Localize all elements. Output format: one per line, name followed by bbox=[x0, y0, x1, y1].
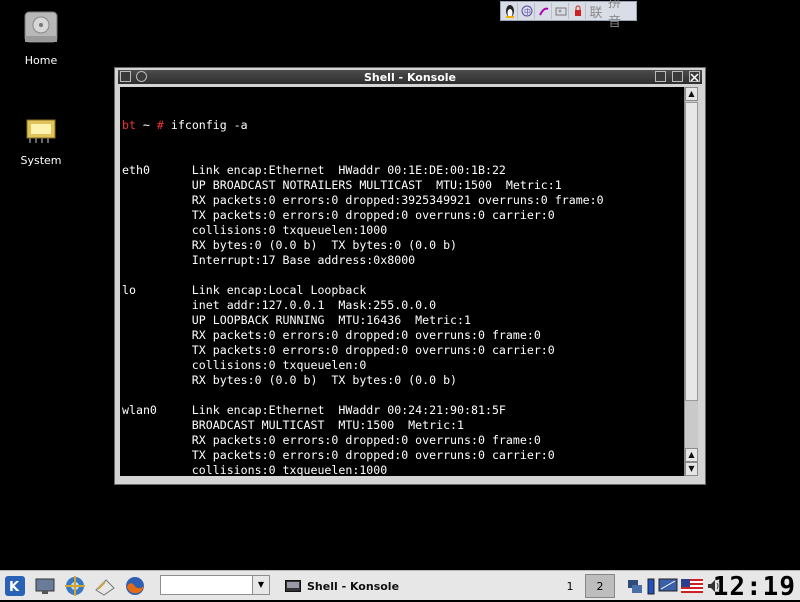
terminal-line: BROADCAST MULTICAST MTU:1500 Metric:1 bbox=[122, 418, 465, 432]
terminal-scrollbar[interactable]: ▲ ▲ ▼ bbox=[684, 87, 698, 476]
chevron-down-icon[interactable]: ▼ bbox=[252, 576, 269, 594]
terminal-output: bt ~ # ifconfig -a eth0 Link encap:Ether… bbox=[122, 88, 604, 476]
svg-text:K: K bbox=[9, 580, 20, 595]
prompt-line: bt ~ # ifconfig -a bbox=[122, 118, 604, 133]
window-titlebar[interactable]: Shell - Konsole bbox=[118, 70, 702, 84]
prompt-command: ifconfig -a bbox=[163, 118, 248, 132]
terminal-line: wlan0 Link encap:Ethernet HWaddr 00:24:2… bbox=[122, 403, 506, 417]
pager-desktop-2[interactable]: 2 bbox=[585, 574, 615, 598]
desktop-pager[interactable]: 1 2 bbox=[555, 574, 615, 598]
firefox-icon[interactable] bbox=[124, 575, 146, 597]
terminal-line: RX bytes:0 (0.0 b) TX bytes:0 (0.0 b) bbox=[122, 373, 458, 387]
home-drive-icon bbox=[21, 8, 61, 48]
soft-keyboard-icon[interactable] bbox=[554, 3, 569, 19]
desktop-icon-system[interactable]: System bbox=[1, 108, 81, 167]
terminal-line: RX packets:0 errors:0 dropped:0 overruns… bbox=[122, 328, 541, 342]
kde-menu-icon[interactable]: K bbox=[4, 575, 26, 597]
show-desktop-icon[interactable] bbox=[34, 575, 56, 597]
tux-icon[interactable] bbox=[503, 3, 518, 19]
run-command-input[interactable]: ▼ bbox=[160, 575, 270, 595]
svg-text:中: 中 bbox=[524, 7, 531, 16]
prompt-hash: # bbox=[156, 118, 164, 132]
taskbar-task-konsole[interactable]: Shell - Konsole bbox=[279, 574, 555, 598]
terminal-line: RX packets:0 errors:0 dropped:0 overruns… bbox=[122, 433, 541, 447]
window-title: Shell - Konsole bbox=[363, 70, 457, 84]
maximize-icon[interactable] bbox=[672, 71, 683, 82]
lock-icon[interactable] bbox=[571, 3, 586, 19]
terminal-line: UP LOOPBACK RUNNING MTU:16436 Metric:1 bbox=[122, 313, 472, 327]
terminal-line: RX bytes:0 (0.0 b) TX bytes:0 (0.0 b) bbox=[122, 238, 458, 252]
terminal-line: eth0 Link encap:Ethernet HWaddr 00:1E:DE… bbox=[122, 163, 506, 177]
konsole-window[interactable]: Shell - Konsole bt ~ # ifconfig -a eth0 … bbox=[114, 67, 706, 485]
clock[interactable]: 12:19 bbox=[713, 572, 796, 602]
web-browser-icon[interactable] bbox=[64, 575, 86, 597]
terminal-line: collisions:0 txqueuelen:1000 bbox=[122, 223, 388, 237]
desktop-icon-label: Home bbox=[24, 54, 58, 67]
file-manager-icon[interactable] bbox=[94, 575, 116, 597]
terminal-line: lo Link encap:Local Loopback bbox=[122, 283, 367, 297]
ime-mode-label[interactable]: 拼音 bbox=[606, 0, 634, 30]
system-tray bbox=[626, 575, 726, 597]
minimize-icon[interactable] bbox=[655, 71, 666, 82]
punctuation-icon[interactable] bbox=[537, 3, 552, 19]
taskbar: K ▼ Shell - Konsole 1 2 12:19 bbox=[0, 570, 800, 602]
scroll-up-button[interactable]: ▲ bbox=[685, 87, 698, 101]
close-icon[interactable] bbox=[689, 71, 700, 82]
terminal-line: TX packets:0 errors:0 dropped:0 overruns… bbox=[122, 208, 555, 222]
terminal-icon bbox=[285, 580, 301, 592]
display-icon[interactable] bbox=[658, 577, 678, 595]
input-method-bar[interactable]: 中 联 拼音 bbox=[500, 0, 637, 30]
system-chip-icon bbox=[21, 108, 61, 148]
terminal-line: collisions:0 txqueuelen:1000 bbox=[122, 463, 388, 476]
terminal-area[interactable]: bt ~ # ifconfig -a eth0 Link encap:Ether… bbox=[120, 87, 685, 476]
prompt-user: bt bbox=[122, 118, 136, 132]
desktop-icon-label: System bbox=[20, 154, 62, 167]
pager-desktop-1[interactable]: 1 bbox=[555, 574, 585, 598]
chinese-mode-icon[interactable]: 中 bbox=[520, 3, 535, 19]
desktop-icon-home[interactable]: Home bbox=[1, 8, 81, 67]
scroll-thumb[interactable] bbox=[685, 102, 698, 401]
window-menu-icon[interactable] bbox=[120, 71, 131, 82]
scroll-down-button[interactable]: ▼ bbox=[685, 462, 698, 476]
battery-icon[interactable] bbox=[647, 577, 655, 595]
us-flag-keyboard-icon[interactable] bbox=[681, 579, 703, 593]
terminal-line: TX packets:0 errors:0 dropped:0 overruns… bbox=[122, 343, 555, 357]
terminal-line: inet addr:127.0.0.1 Mask:255.0.0.0 bbox=[122, 298, 437, 312]
prompt-path: ~ bbox=[135, 118, 157, 132]
network-icon[interactable] bbox=[626, 577, 644, 595]
sticky-icon[interactable] bbox=[136, 71, 147, 82]
scroll-up-button-lower[interactable]: ▲ bbox=[685, 448, 698, 462]
ime-link-label[interactable]: 联 bbox=[588, 3, 604, 21]
terminal-line: RX packets:0 errors:0 dropped:3925349921… bbox=[122, 193, 604, 207]
terminal-line: UP BROADCAST NOTRAILERS MULTICAST MTU:15… bbox=[122, 178, 562, 192]
terminal-line: TX packets:0 errors:0 dropped:0 overruns… bbox=[122, 448, 555, 462]
task-title: Shell - Konsole bbox=[307, 579, 400, 593]
terminal-line: Interrupt:17 Base address:0x8000 bbox=[122, 253, 416, 267]
terminal-line: collisions:0 txqueuelen:0 bbox=[122, 358, 367, 372]
